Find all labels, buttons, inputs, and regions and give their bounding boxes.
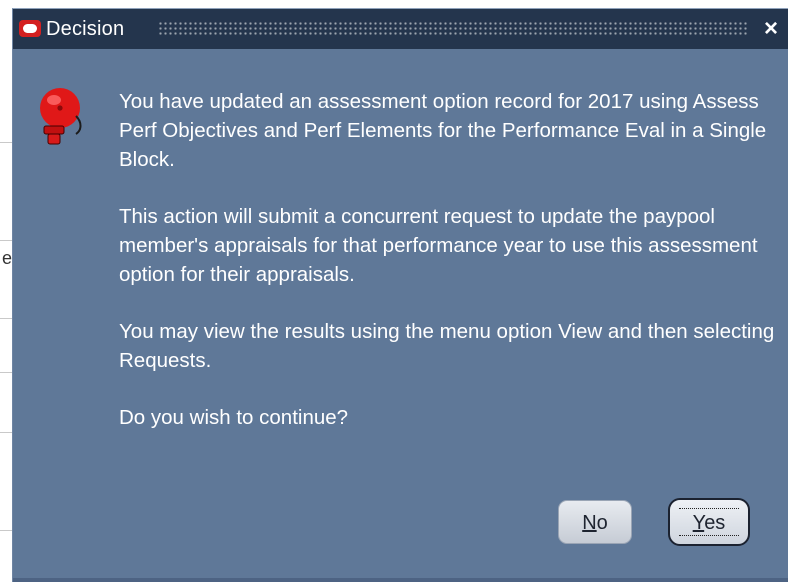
dialog-message: You have updated an assessment option re…: [119, 87, 781, 432]
no-button[interactable]: No: [558, 500, 632, 544]
background-text-fragment: e: [2, 248, 13, 268]
message-question: Do you wish to continue?: [119, 406, 349, 429]
alarm-bell-icon: [40, 88, 82, 145]
bell-center: [57, 105, 63, 111]
bell-highlight: [47, 95, 61, 105]
message-paragraph: You have updated an assessment option re…: [119, 90, 767, 171]
no-button-mnemonic: N: [582, 512, 597, 534]
no-button-label: o: [596, 512, 608, 534]
focus-ring: [679, 508, 739, 536]
yes-button[interactable]: Yes: [668, 498, 750, 546]
message-paragraph: This action will submit a concurrent req…: [119, 205, 758, 286]
window-title: Decision: [46, 18, 125, 40]
bell-base: [47, 133, 61, 145]
dialog-bottom-edge: [13, 578, 788, 582]
title-bar-drag-pattern: [158, 21, 747, 37]
message-paragraph: You may view the results using the menu …: [119, 320, 775, 372]
close-button[interactable]: ×: [757, 15, 785, 43]
bell-bracket: [43, 125, 65, 135]
decision-dialog: Decision × You have updated an assessmen…: [12, 8, 788, 582]
title-bar[interactable]: Decision ×: [13, 9, 788, 49]
oracle-logo-icon: [19, 20, 41, 37]
